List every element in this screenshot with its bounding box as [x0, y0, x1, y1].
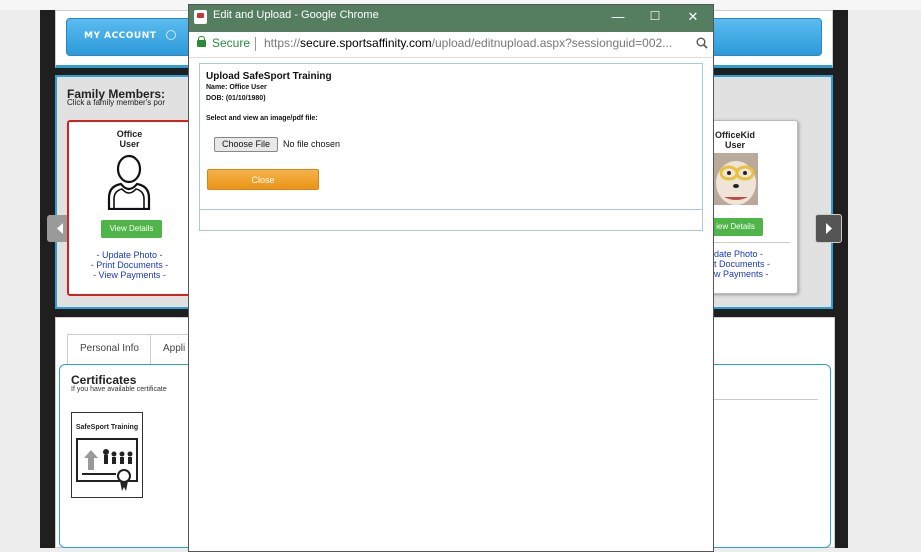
upload-title: Upload SafeSport Training [206, 71, 332, 82]
chevron-right-icon [826, 223, 832, 234]
print-documents-link[interactable]: - Print Documents - [69, 260, 190, 270]
print-documents-link[interactable]: t Documents - [714, 259, 770, 269]
zoom-icon[interactable] [696, 37, 708, 49]
update-photo-link[interactable]: date Photo - [714, 249, 763, 259]
minimize-button[interactable]: — [608, 9, 628, 24]
member-name-first: Office [116, 129, 143, 139]
view-details-button[interactable]: View Details [101, 220, 162, 238]
view-payments-link[interactable]: w Payments - [714, 269, 769, 279]
my-account-label: MY ACCOUNT [84, 31, 157, 41]
certificates-subtitle: If you have available certificate [71, 386, 167, 393]
update-photo-link[interactable]: - Update Photo - [69, 250, 190, 260]
window-title: Edit and Upload - Google Chrome [213, 9, 379, 21]
maximize-button[interactable]: ☐ [645, 9, 665, 23]
url-host: secure.sportsaffinity.com [300, 36, 432, 50]
view-details-button[interactable]: iew Details [708, 218, 763, 236]
certificate-icon [76, 438, 138, 491]
address-separator [255, 37, 256, 51]
certificate-label: SafeSport Training [75, 424, 139, 431]
carousel-next-button[interactable] [815, 214, 842, 243]
view-payments-link[interactable]: - View Payments - [69, 270, 190, 280]
file-status: No file chosen [283, 139, 341, 149]
close-window-button[interactable]: ✕ [683, 9, 703, 25]
lock-icon [197, 36, 206, 47]
card-divider [712, 242, 790, 243]
chevron-down-icon [166, 30, 176, 40]
upload-panel-divider [200, 209, 702, 210]
tab-personal-info[interactable]: Personal Info [67, 334, 151, 364]
url-path: /upload/editnupload.aspx?sessionguid=002… [431, 36, 673, 50]
member-name-last: User [119, 139, 140, 149]
member-name-first: OfficeKid [714, 130, 755, 140]
url-text[interactable]: https://secure.sportsaffinity.com/upload… [264, 36, 672, 50]
user-name: Name: Office User [206, 84, 267, 91]
secure-label: Secure [212, 36, 251, 50]
member-name-last: User [724, 140, 745, 150]
user-dob: DOB: (01/10/1980) [206, 95, 266, 102]
choose-file-button[interactable]: Choose File [214, 137, 278, 152]
app-icon [194, 10, 207, 24]
avatar-silhouette-icon [107, 154, 151, 210]
certificates-title: Certificates [71, 373, 137, 387]
close-button[interactable]: Close [207, 169, 319, 190]
url-scheme: https:// [264, 36, 301, 50]
file-prompt: Select and view an image/pdf file: [206, 115, 318, 122]
member-photo [714, 153, 758, 205]
family-members-subtitle: Click a family member's por [67, 98, 165, 107]
